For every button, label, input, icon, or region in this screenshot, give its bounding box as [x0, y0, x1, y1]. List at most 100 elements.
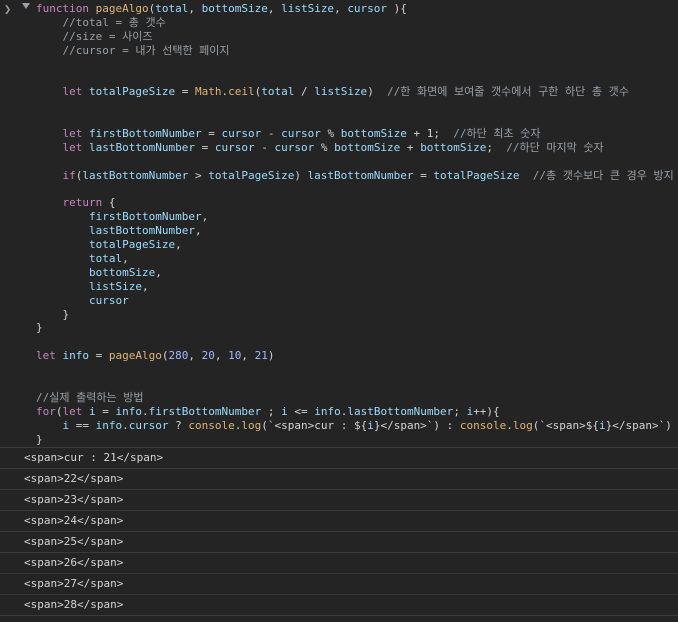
code-token: firstBottomNumber — [148, 404, 262, 418]
code-token: lastBottomNumber — [88, 140, 195, 154]
code-token: //실제 출력하는 방법 — [36, 390, 144, 404]
code-token: total — [261, 85, 295, 99]
code-token: % — [314, 140, 335, 154]
code-token: info — [95, 418, 123, 432]
code-token: //total = 총 갯수 — [36, 15, 166, 29]
code-token: { — [102, 196, 116, 210]
code-token: 10 — [228, 349, 242, 363]
code-token: cursor — [274, 140, 315, 154]
code-line: if(lastBottomNumber > totalPageSize) las… — [36, 169, 678, 183]
code-token: totalPageSize — [88, 85, 176, 99]
code-token: let — [36, 140, 89, 154]
code-line: //실제 출력하는 방법 — [36, 391, 678, 405]
code-token: firstBottomNumber — [36, 210, 202, 224]
code-line: //size = 사이즈 — [36, 30, 678, 44]
code-token: let — [62, 404, 89, 418]
code-token: let — [36, 127, 89, 141]
code-token: 21 — [254, 349, 268, 363]
console-input-entry[interactable]: ❯ function pageAlgo (total, bottomSize, l… — [0, 0, 678, 448]
code-token: ceil — [228, 85, 255, 99]
console-log-list: <span>cur : 21</span> <span>22</span> <spa… — [0, 448, 678, 616]
code-token: totalPageSize — [208, 168, 295, 182]
code-line: total, — [36, 252, 678, 266]
code-token: cursor — [128, 418, 169, 432]
devtools-console: ❯ function pageAlgo (total, bottomSize, l… — [0, 0, 678, 622]
code-token: totalPageSize — [36, 238, 176, 252]
code-token: cursor — [221, 127, 262, 141]
code-token: = — [95, 404, 116, 418]
code-token: 20 — [201, 349, 215, 363]
code-line: let totalPageSize = Math.ceil(total / li… — [36, 85, 678, 99]
code-token: info — [62, 349, 90, 363]
console-log-row: <span>26</span> — [0, 553, 678, 574]
code-token: total — [155, 2, 189, 15]
code-line: return { — [36, 196, 678, 210]
code-line: let info = pageAlgo(280, 20, 10, 21) — [36, 349, 678, 363]
code-token: //cursor = 내가 선택한 페이지 — [36, 43, 230, 57]
code-token: info — [314, 404, 341, 418]
code-token: = — [89, 349, 109, 363]
code-token: cursor — [281, 127, 321, 141]
code-token: lastBottomNumber — [307, 168, 414, 182]
code-token: log — [241, 418, 262, 432]
code-token: for — [36, 404, 56, 418]
code-token: , — [188, 349, 202, 363]
code-token: console — [188, 418, 235, 432]
code-token: cursor — [36, 293, 129, 307]
code-line: cursor — [36, 294, 678, 308]
code-token: ) — [294, 168, 308, 182]
code-token: i — [599, 418, 606, 432]
code-token: pageAlgo — [108, 349, 162, 363]
code-token: } — [36, 432, 43, 446]
code-token: . — [142, 404, 149, 418]
console-log-row: <span>cur : 21</span> — [0, 448, 678, 469]
code-token: == — [69, 418, 96, 432]
console-log-row: <span>22</span> — [0, 469, 678, 490]
code-token: Math — [194, 85, 222, 99]
code-token: ; — [486, 140, 507, 154]
expand-triangle-icon[interactable] — [22, 3, 30, 9]
code-token: / — [294, 85, 315, 99]
code-token: , — [155, 265, 162, 279]
code-token: , — [241, 349, 255, 363]
code-line: let firstBottomNumber = cursor - cursor … — [36, 127, 678, 141]
code-token: function — [36, 2, 96, 15]
code-token: ; — [261, 404, 282, 418]
code-token: = — [201, 127, 222, 141]
code-token: , — [141, 279, 149, 293]
prompt-chevron-icon: ❯ — [4, 2, 12, 16]
code-token: (`<span>${ — [532, 418, 600, 432]
code-token: - — [254, 140, 275, 154]
code-token: , — [175, 238, 182, 252]
code-token: i — [36, 418, 70, 432]
code-line: bottomSize, — [36, 266, 678, 280]
code-token: lastBottomNumber — [82, 168, 189, 182]
code-token: //size = 사이즈 — [36, 29, 153, 43]
code-token: return — [36, 196, 103, 210]
code-line: i == info.cursor ? console.log(`<span>cu… — [36, 419, 678, 433]
code-token: > — [188, 168, 209, 182]
code-token: , — [122, 252, 129, 266]
code-token: + — [400, 140, 421, 154]
code-token: i — [89, 404, 96, 418]
code-token: listSize — [281, 2, 335, 15]
code-token: <= — [287, 404, 315, 418]
code-token: ? — [168, 418, 189, 432]
code-token: ){ — [387, 2, 407, 15]
code-token: ++){ — [473, 404, 500, 418]
code-token: = — [194, 140, 215, 154]
code-token: ) — [367, 85, 388, 99]
code-token: bottomSize — [340, 127, 407, 141]
code-line: } — [36, 321, 678, 335]
code-token: , — [267, 2, 282, 15]
code-token: let — [36, 85, 89, 99]
console-log-row: <span>24</span> — [0, 511, 678, 532]
code-line: //cursor = 내가 선택한 페이지 — [36, 44, 678, 58]
code-line: //total = 총 갯수 — [36, 16, 678, 30]
code-line: firstBottomNumber, — [36, 210, 678, 224]
